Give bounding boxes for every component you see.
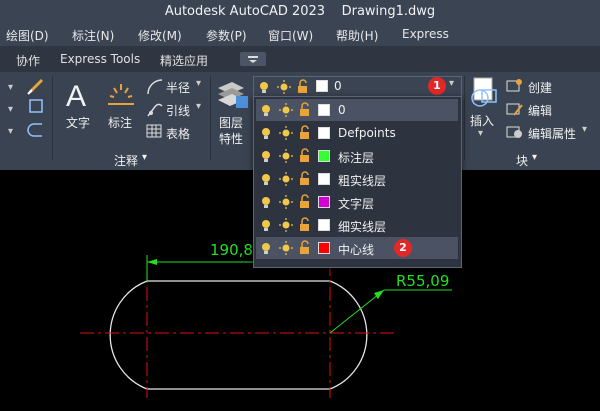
- layer-row[interactable]: 中心线 2: [256, 237, 458, 259]
- layer-name: 标注层: [338, 151, 375, 165]
- radius-arrowhead: [374, 290, 384, 299]
- layer-color-swatch: [318, 219, 330, 231]
- layer-color-swatch: [318, 242, 330, 254]
- dim-arrowhead: [147, 259, 157, 265]
- current-layer-color-swatch: [316, 80, 328, 92]
- layer-list[interactable]: 0 Defpoints 标注层粗实线层文字层细实线层中心线 2: [253, 96, 462, 268]
- layer-name: 细实线层: [338, 220, 387, 234]
- layer-name: 粗实线层: [338, 174, 387, 188]
- layer-color-swatch: [318, 127, 330, 139]
- layer-name: 文字层: [338, 197, 375, 211]
- radius-leader-line: [329, 289, 385, 334]
- layer-color-swatch: [318, 150, 330, 162]
- callout-badge-1: 1: [428, 77, 446, 95]
- slot-outline: [109, 280, 368, 390]
- callout-badge-2: 2: [394, 239, 412, 257]
- layer-state-icons: [262, 148, 309, 163]
- layer-state-icons: [262, 171, 309, 186]
- layer-row[interactable]: 文字层: [256, 191, 458, 213]
- layer-color-swatch: [318, 104, 330, 116]
- layer-dropdown[interactable]: 0 1 ▾: [253, 76, 462, 97]
- layer-row[interactable]: 细实线层: [256, 214, 458, 236]
- layer-row[interactable]: 标注层: [256, 145, 458, 167]
- layer-row[interactable]: 0: [256, 99, 458, 121]
- layer-state-icons: [262, 125, 309, 140]
- current-layer-name: 0: [334, 79, 342, 93]
- layer-color-swatch: [318, 196, 330, 208]
- layer-state-icons: [262, 217, 309, 232]
- layer-name: Defpoints: [338, 126, 396, 140]
- linear-dimension-text[interactable]: 190,8: [210, 241, 253, 259]
- layer-state-icons: [262, 240, 309, 255]
- layer-name: 中心线: [338, 243, 375, 257]
- layer-name: 0: [338, 103, 346, 117]
- layer-state-icons: [262, 102, 309, 117]
- layer-row[interactable]: 粗实线层: [256, 168, 458, 190]
- chevron-down-icon[interactable]: ▾: [449, 78, 454, 89]
- layer-state-icons: [262, 194, 309, 209]
- radius-dimension-text[interactable]: R55,09: [396, 272, 449, 290]
- layer-color-swatch: [318, 173, 330, 185]
- layer-row[interactable]: Defpoints: [256, 122, 458, 144]
